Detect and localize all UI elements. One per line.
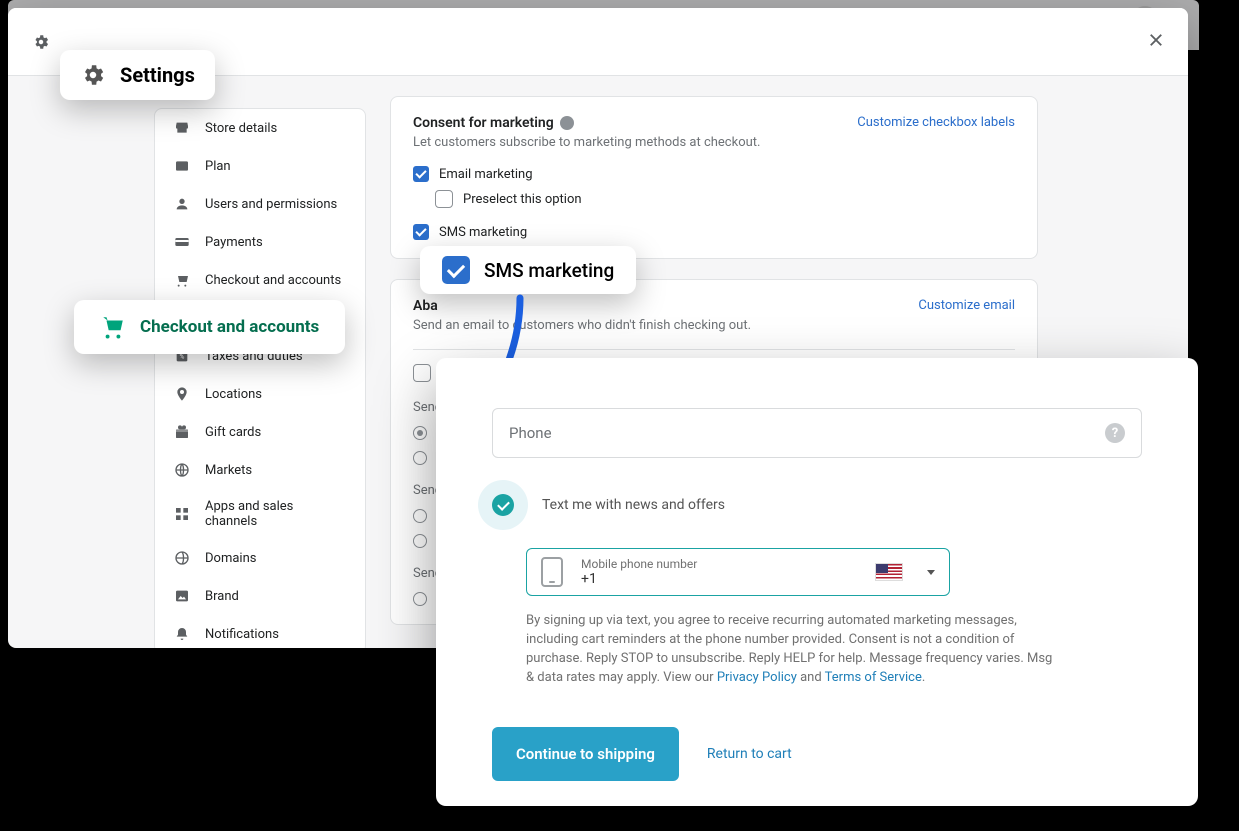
pin-icon (173, 385, 191, 403)
sidebar-item-store-details[interactable]: Store details (155, 109, 365, 147)
radio-empty-icon[interactable] (413, 534, 427, 548)
consent-card: Consent for marketing Let customers subs… (390, 96, 1038, 259)
mobile-number-input[interactable]: Mobile phone number +1 (526, 548, 950, 596)
privacy-policy-link[interactable]: Privacy Policy (717, 670, 797, 685)
sidebar-item-label: Domains (205, 551, 256, 566)
chevron-down-icon[interactable] (927, 570, 935, 575)
sidebar-item-markets[interactable]: Markets (155, 451, 365, 489)
sidebar-item-locations[interactable]: Locations (155, 375, 365, 413)
sidebar-item-label: Brand (205, 589, 239, 604)
close-icon (1147, 31, 1165, 49)
image-icon (173, 587, 191, 605)
sidebar-item-label: Store details (205, 121, 277, 136)
text-me-label: Text me with news and offers (542, 497, 725, 513)
return-to-cart-link[interactable]: Return to cart (707, 746, 792, 762)
plan-icon (173, 157, 191, 175)
sidebar-item-label: Payments (205, 235, 263, 250)
checkout-preview-panel: Phone ? Text me with news and offers Mob… (436, 358, 1198, 806)
phone-icon (541, 557, 563, 587)
checkbox-checked-icon[interactable] (413, 224, 429, 240)
legal-text: By signing up via text, you agree to rec… (526, 612, 1056, 687)
email-marketing-label: Email marketing (439, 167, 533, 182)
store-icon (173, 119, 191, 137)
mobile-input-label: Mobile phone number (581, 557, 857, 571)
checkbox-empty-icon[interactable] (413, 364, 431, 382)
consent-subtitle: Let customers subscribe to marketing met… (413, 135, 760, 150)
bell-icon (173, 625, 191, 643)
checkbox-checked-icon (442, 256, 470, 284)
settings-callout: Settings (60, 50, 215, 100)
sidebar-item-label: Apps and sales channels (205, 499, 347, 529)
radio-empty-icon[interactable] (413, 509, 427, 523)
gear-icon (80, 62, 106, 88)
mobile-input-value: +1 (581, 571, 857, 587)
checkout-callout-label: Checkout and accounts (140, 317, 319, 337)
consent-title: Consent for marketing (413, 115, 760, 131)
globe-icon (173, 461, 191, 479)
sidebar-item-plan[interactable]: Plan (155, 147, 365, 185)
globe-icon (173, 549, 191, 567)
sms-marketing-checkbox-row[interactable]: SMS marketing (413, 224, 1015, 240)
checkbox-empty-icon[interactable] (435, 190, 453, 208)
radio-empty-icon[interactable] (413, 592, 427, 606)
sidebar-item-notifications[interactable]: Notifications (155, 615, 365, 648)
apps-icon (173, 505, 191, 523)
sidebar-item-brand[interactable]: Brand (155, 577, 365, 615)
sidebar-item-label: Notifications (205, 627, 279, 642)
help-icon[interactable]: ? (1105, 423, 1125, 443)
cart-icon (173, 271, 191, 289)
sidebar-item-users[interactable]: Users and permissions (155, 185, 365, 223)
sidebar-item-label: Gift cards (205, 425, 261, 440)
abandoned-title: Aba (413, 298, 751, 314)
preselect-checkbox-row[interactable]: Preselect this option (435, 190, 1015, 208)
legal-period: . (922, 670, 925, 685)
text-me-checkbox-row[interactable]: Text me with news and offers (492, 480, 1142, 530)
consent-title-text: Consent for marketing (413, 115, 554, 131)
sms-marketing-label: SMS marketing (439, 225, 527, 240)
sidebar-item-domains[interactable]: Domains (155, 539, 365, 577)
phone-placeholder: Phone (509, 424, 552, 442)
settings-sidebar: Store details Plan Users and permissions… (154, 108, 366, 648)
sidebar-item-payments[interactable]: Payments (155, 223, 365, 261)
sidebar-item-gift-cards[interactable]: Gift cards (155, 413, 365, 451)
customize-email-link[interactable]: Customize email (918, 298, 1015, 313)
preselect-label: Preselect this option (463, 192, 582, 207)
sidebar-item-apps[interactable]: Apps and sales channels (155, 489, 365, 539)
checkbox-halo (478, 480, 528, 530)
sidebar-item-label: Checkout and accounts (205, 273, 341, 288)
terms-of-service-link[interactable]: Terms of Service (825, 670, 922, 685)
info-icon[interactable] (560, 116, 574, 130)
radio-empty-icon[interactable] (413, 451, 427, 465)
sms-callout-label: SMS marketing (484, 259, 614, 282)
action-row: Continue to shipping Return to cart (492, 727, 1142, 781)
abandoned-subtitle: Send an email to customers who didn't fi… (413, 318, 751, 333)
customize-checkbox-labels-link[interactable]: Customize checkbox labels (857, 115, 1015, 130)
gear-icon (32, 33, 50, 51)
checkout-callout: Checkout and accounts (74, 300, 345, 354)
gift-icon (173, 423, 191, 441)
radio-selected-icon[interactable] (413, 426, 427, 440)
us-flag-icon[interactable] (875, 563, 903, 581)
card-icon (173, 233, 191, 251)
phone-input[interactable]: Phone ? (492, 408, 1142, 458)
sms-callout: SMS marketing (420, 246, 636, 294)
legal-and: and (800, 670, 825, 685)
sidebar-item-label: Users and permissions (205, 197, 337, 212)
sidebar-item-label: Locations (205, 387, 262, 402)
checkbox-checked-icon[interactable] (413, 166, 429, 182)
checkbox-checked-icon[interactable] (492, 494, 514, 516)
user-icon (173, 195, 191, 213)
sidebar-item-label: Plan (205, 159, 231, 174)
cart-icon (100, 314, 126, 340)
sidebar-item-checkout[interactable]: Checkout and accounts (155, 261, 365, 299)
settings-callout-label: Settings (120, 63, 195, 87)
email-marketing-checkbox-row[interactable]: Email marketing (413, 166, 1015, 182)
close-button[interactable] (1144, 28, 1168, 52)
abandoned-title-text: Aba (413, 298, 438, 314)
sidebar-item-label: Markets (205, 463, 252, 478)
continue-to-shipping-button[interactable]: Continue to shipping (492, 727, 679, 781)
